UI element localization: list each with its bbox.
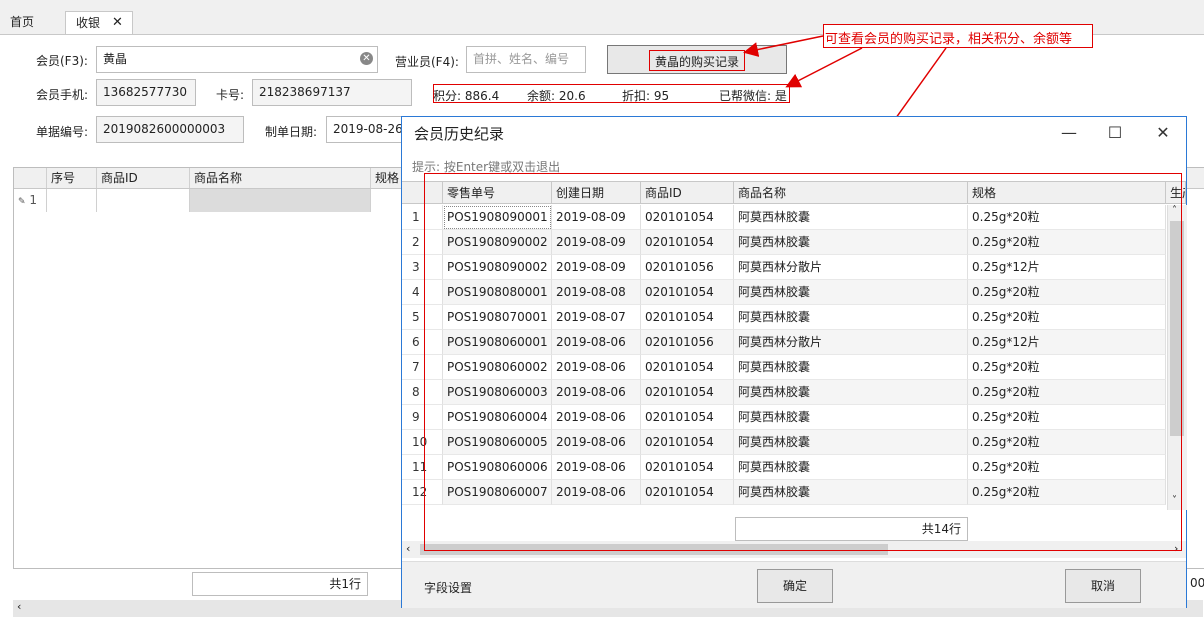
header-indicator [14, 168, 47, 188]
member-label: 会员(F3): [36, 54, 88, 68]
header-product-id: 商品ID [97, 168, 190, 188]
cell-seq[interactable] [47, 189, 97, 212]
points-text: 积分: 886.4 [433, 89, 500, 103]
docno-field: 2019082600000003 [96, 116, 244, 143]
sales-placeholder: 首拼、姓名、编号 [473, 52, 570, 66]
card-label: 卡号: [216, 88, 245, 102]
minimize-icon[interactable]: — [1057, 123, 1081, 142]
close-icon[interactable]: ✕ [1151, 123, 1175, 142]
pencil-icon: ✎ [18, 197, 26, 207]
clear-icon[interactable]: ✕ [360, 52, 373, 65]
sales-label: 营业员(F4): [395, 55, 459, 69]
card-value: 218238697137 [259, 85, 351, 99]
cell-product-name[interactable] [190, 189, 371, 212]
ok-button[interactable]: 确定 [757, 569, 833, 603]
maximize-icon[interactable]: ☐ [1103, 123, 1127, 142]
tab-cashier-label: 收银 [76, 16, 101, 30]
purchase-history-label: 黄晶的购买记录 [655, 55, 740, 69]
card-field: 218238697137 [252, 79, 412, 106]
member-history-dialog: 会员历史纪录 — ☐ ✕ 提示: 按Enter键或双击退出 零售单号 创建日期 … [401, 116, 1187, 608]
discount-text: 折扣: 95 [622, 89, 670, 103]
date-label: 制单日期: [265, 125, 318, 139]
dialog-footer: 字段设置 确定 取消 [402, 561, 1186, 608]
member-input[interactable]: 黄晶 [96, 46, 378, 73]
dialog-title: 会员历史纪录 [414, 125, 505, 143]
phone-label: 会员手机: [36, 88, 89, 102]
header-product-name: 商品名称 [190, 168, 371, 188]
date-field[interactable]: 2019-08-26 [326, 116, 406, 143]
clipped-value: 00 [1190, 576, 1204, 590]
sales-input[interactable]: 首拼、姓名、编号 [466, 46, 586, 73]
docno-value: 2019082600000003 [103, 122, 226, 136]
date-value: 2019-08-26 [333, 122, 403, 136]
scroll-left-icon[interactable]: ‹ [17, 600, 21, 613]
row-count: 共1行 [192, 572, 368, 596]
cancel-button[interactable]: 取消 [1065, 569, 1141, 603]
annotation-text: 可查看会员的购买记录，相关积分、余额等 [825, 32, 1073, 47]
cell-product-id[interactable] [97, 189, 190, 212]
close-icon[interactable]: ✕ [112, 12, 123, 34]
phone-value: 13682577730 [103, 85, 187, 99]
wechat-text: 已帮微信: 是 [719, 89, 787, 103]
grid-highlight-box [424, 173, 1182, 551]
docno-label: 单据编号: [36, 125, 89, 139]
phone-field: 13682577730 [96, 79, 196, 106]
tab-home[interactable]: 首页 [10, 11, 34, 33]
scroll-left-icon[interactable]: ‹ [406, 542, 410, 555]
row-indicator-number: 1 [29, 193, 38, 207]
member-value: 黄晶 [103, 52, 128, 66]
balance-text: 余额: 20.6 [527, 89, 586, 103]
row-indicator: ✎ 1 [14, 189, 47, 212]
header-seq: 序号 [47, 168, 97, 188]
tab-cashier[interactable]: 收银 ✕ [65, 11, 133, 34]
field-settings-link[interactable]: 字段设置 [424, 579, 472, 596]
